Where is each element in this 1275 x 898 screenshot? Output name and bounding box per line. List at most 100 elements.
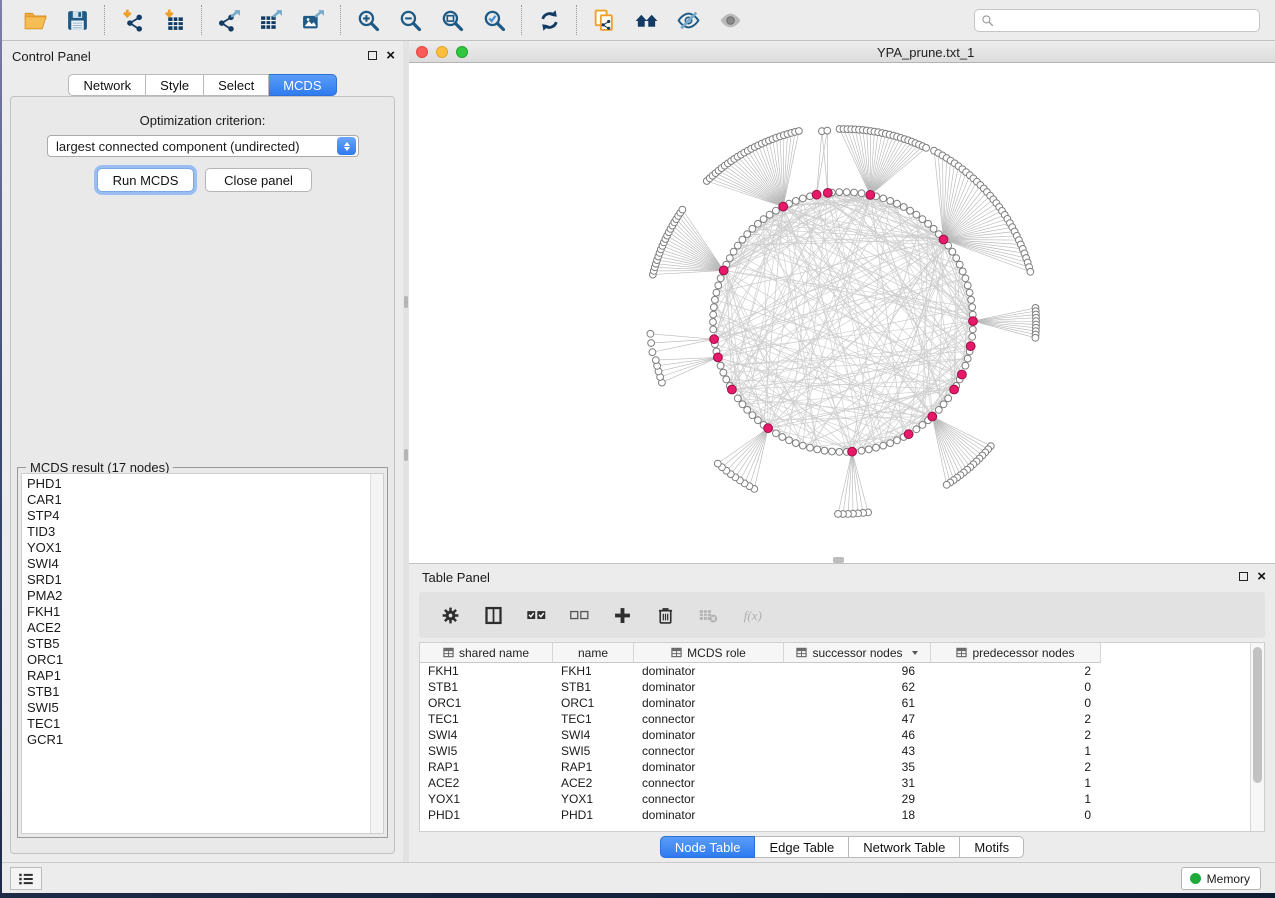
tab-style[interactable]: Style (146, 74, 204, 96)
network-node[interactable] (734, 395, 741, 402)
network-node[interactable] (956, 261, 963, 268)
column-view-button[interactable] (480, 602, 506, 628)
splitter-grip-icon[interactable] (404, 296, 408, 308)
network-node[interactable] (799, 195, 806, 202)
network-node[interactable] (969, 326, 976, 333)
share-document-button[interactable] (585, 4, 623, 36)
network-node[interactable] (734, 242, 741, 249)
float-panel-icon[interactable] (368, 51, 377, 60)
network-node[interactable] (851, 189, 858, 196)
network-node[interactable] (744, 231, 751, 238)
tab-network[interactable]: Network (68, 74, 146, 96)
delete-row-button[interactable] (652, 602, 678, 628)
network-node[interactable] (969, 333, 976, 340)
import-network-button[interactable] (113, 4, 151, 36)
network-node[interactable] (943, 481, 950, 488)
mcds-node[interactable] (848, 447, 857, 456)
mcds-result-item[interactable]: STB1 (27, 684, 369, 700)
zoom-out-button[interactable] (391, 4, 429, 36)
settings-button[interactable] (437, 602, 463, 628)
table-row[interactable]: SWI4SWI4dominator462 (420, 727, 1101, 743)
network-node[interactable] (835, 511, 842, 518)
mcds-node[interactable] (939, 235, 948, 244)
mcds-result-item[interactable]: STB5 (27, 636, 369, 652)
mcds-result-item[interactable]: STP4 (27, 508, 369, 524)
search-box[interactable] (974, 9, 1260, 32)
network-node[interactable] (710, 326, 717, 333)
network-node[interactable] (964, 282, 971, 289)
network-node[interactable] (744, 407, 751, 414)
save-button[interactable] (58, 4, 96, 36)
mcds-node[interactable] (904, 430, 913, 439)
network-node[interactable] (773, 207, 780, 214)
mcds-result-item[interactable]: RAP1 (27, 668, 369, 684)
network-node[interactable] (720, 369, 727, 376)
network-node[interactable] (873, 444, 880, 451)
network-node[interactable] (900, 204, 907, 211)
table-row[interactable]: RAP1RAP1dominator352 (420, 759, 1101, 775)
network-node[interactable] (880, 195, 887, 202)
mcds-node[interactable] (950, 385, 959, 394)
network-node[interactable] (712, 296, 719, 303)
network-node[interactable] (966, 289, 973, 296)
mcds-node[interactable] (710, 335, 719, 344)
mcds-result-item[interactable]: PMA2 (27, 588, 369, 604)
network-node[interactable] (710, 304, 717, 311)
table-row[interactable]: SWI5SWI5connector431 (420, 743, 1101, 759)
network-node[interactable] (723, 376, 730, 383)
network-node[interactable] (894, 200, 901, 207)
network-node[interactable] (962, 362, 969, 369)
open-button[interactable] (16, 4, 54, 36)
network-node[interactable] (807, 444, 814, 451)
table-row[interactable]: ORC1ORC1dominator610 (420, 695, 1101, 711)
network-node[interactable] (715, 282, 722, 289)
network-node[interactable] (726, 255, 733, 262)
network-node[interactable] (865, 446, 872, 453)
column-header-MCDS-role[interactable]: MCDS role (634, 643, 784, 663)
tab-network-table[interactable]: Network Table (849, 836, 960, 858)
delete-table-button[interactable] (695, 602, 721, 628)
mcds-node[interactable] (823, 189, 832, 198)
mcds-result-item[interactable]: PHD1 (27, 476, 369, 492)
task-history-button[interactable] (10, 867, 42, 890)
close-panel-button[interactable]: Close panel (205, 168, 312, 192)
mcds-list-scrollbar[interactable] (370, 474, 383, 833)
mcds-result-item[interactable]: ACE2 (27, 620, 369, 636)
network-node[interactable] (940, 401, 947, 408)
network-node[interactable] (796, 128, 803, 135)
column-header-shared-name[interactable]: shared name (420, 643, 553, 663)
network-node[interactable] (755, 417, 762, 424)
deselect-all-button[interactable] (566, 602, 592, 628)
tab-select[interactable]: Select (204, 74, 269, 96)
close-panel-icon[interactable]: × (1257, 571, 1266, 582)
mcds-result-item[interactable]: GCR1 (27, 732, 369, 748)
mcds-node[interactable] (866, 191, 875, 200)
network-node[interactable] (913, 426, 920, 433)
network-node[interactable] (907, 207, 914, 214)
mcds-node[interactable] (969, 317, 978, 326)
network-node[interactable] (760, 216, 767, 223)
mcds-node[interactable] (714, 353, 723, 362)
scrollbar-thumb[interactable] (1253, 647, 1262, 783)
network-node[interactable] (824, 127, 831, 134)
network-node[interactable] (799, 442, 806, 449)
network-node[interactable] (739, 401, 746, 408)
splitter-grip-icon[interactable] (404, 449, 408, 461)
network-node[interactable] (1027, 268, 1034, 275)
network-node[interactable] (945, 395, 952, 402)
network-node[interactable] (792, 198, 799, 205)
search-input[interactable] (994, 11, 1259, 30)
mcds-result-item[interactable]: SRD1 (27, 572, 369, 588)
tab-mcds[interactable]: MCDS (269, 74, 336, 96)
mcds-node[interactable] (764, 424, 773, 433)
table-row[interactable]: PHD1PHD1dominator180 (420, 807, 1101, 823)
network-node[interactable] (739, 236, 746, 243)
zoom-fit-button[interactable] (433, 4, 471, 36)
add-row-button[interactable] (609, 602, 635, 628)
network-node[interactable] (843, 189, 850, 196)
first-neighbors-button[interactable] (627, 4, 665, 36)
network-node[interactable] (964, 355, 971, 362)
network-node[interactable] (953, 255, 960, 262)
network-node[interactable] (652, 357, 659, 364)
network-node[interactable] (649, 349, 656, 356)
